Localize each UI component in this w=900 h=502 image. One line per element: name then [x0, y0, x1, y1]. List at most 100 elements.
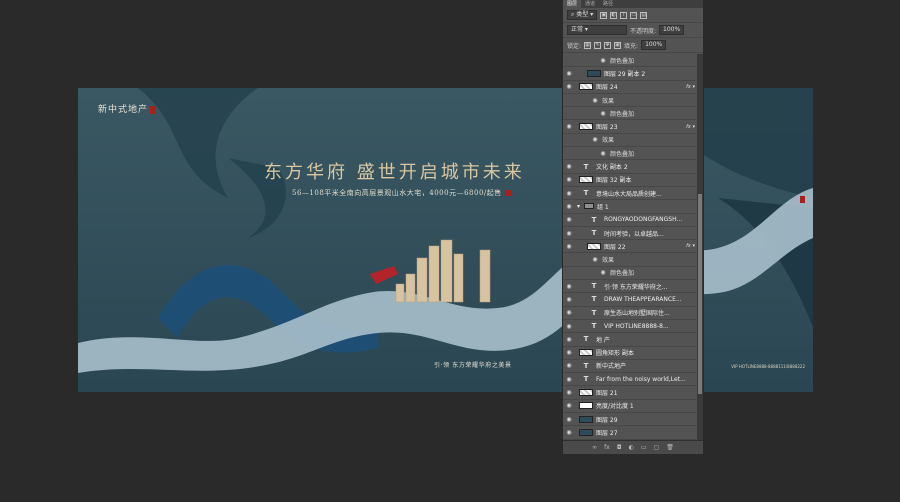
eye-icon[interactable]: ◉ [565, 163, 573, 170]
filter-shape-icon[interactable]: ▭ [630, 11, 638, 19]
tab-layers[interactable]: 图层 [563, 0, 582, 8]
effect-visibility-icon[interactable]: ◉ [591, 97, 599, 104]
eye-icon[interactable]: ◉ [565, 176, 573, 183]
eye-icon[interactable]: ◉ [565, 296, 573, 303]
eye-icon[interactable]: ◉ [565, 349, 573, 356]
layer-row[interactable]: ◉ T 引·领 东方荣耀华府之... [563, 280, 699, 294]
blend-row: 正常 ▾ 不透明度: 100% [563, 23, 703, 38]
layer-row[interactable]: ◉ 图层 29 副本 2 [563, 67, 699, 81]
layer-name: 文化 副本 2 [596, 164, 628, 172]
filter-row: ⌕ 类型 ▾ ▣ ◐ T ▭ ▤ [563, 8, 703, 23]
fill-field[interactable]: 100% [641, 40, 667, 50]
layer-row[interactable]: ◉ T 原生态山地别墅国际住... [563, 307, 699, 320]
layer-row[interactable]: ◉ 效果 [563, 253, 699, 267]
eye-icon[interactable]: ◉ [565, 190, 573, 197]
effect-name: 效果 [602, 137, 615, 145]
lock-pixels-icon[interactable]: ▦ [584, 41, 592, 49]
eye-icon[interactable]: ◉ [565, 323, 573, 330]
filter-kind-select[interactable]: ⌕ 类型 ▾ [567, 10, 598, 20]
layer-row[interactable]: ◉ 颜色叠加 [563, 107, 699, 121]
eye-icon[interactable]: ◉ [565, 416, 573, 423]
layer-row[interactable]: ◉ T 新中式地产 [563, 360, 699, 374]
layer-thumbnail [579, 123, 593, 131]
layer-row[interactable]: ◉ 图层 32 副本 [563, 174, 699, 187]
fx-icon[interactable]: fx ▾ [686, 124, 695, 130]
layer-row[interactable]: ◉ 效果 [563, 134, 699, 148]
text-layer-icon: T [583, 189, 589, 198]
fx-icon[interactable]: fx [604, 444, 610, 451]
effect-visibility-icon[interactable]: ◉ [591, 136, 599, 143]
layer-row[interactable]: ◉ 图层 29 [563, 413, 699, 427]
scrollbar-thumb[interactable] [698, 194, 702, 394]
layer-row[interactable]: ◉ T VIP HOTLINE8888-8... [563, 320, 699, 334]
layer-name: 图层 24 [596, 84, 618, 92]
fx-icon[interactable]: fx ▾ [686, 84, 695, 90]
filter-text-icon[interactable]: T [620, 11, 628, 19]
layer-row[interactable]: ◉ 图层 23 fx ▾ [563, 120, 699, 134]
eye-icon[interactable]: ◉ [565, 376, 573, 383]
layer-row[interactable]: ◉ T 时间考验，以卓越品... [563, 227, 699, 241]
eye-icon[interactable]: ◉ [565, 216, 573, 223]
eye-icon[interactable]: ◉ [565, 402, 573, 409]
layer-row[interactable]: ◉ 颜色叠加 [563, 147, 699, 161]
layers-scrollbar[interactable] [697, 54, 703, 440]
eye-icon[interactable]: ◉ [565, 336, 573, 343]
eye-icon[interactable]: ◉ [565, 203, 573, 210]
trash-icon[interactable]: 🗑 [666, 444, 674, 451]
effect-visibility-icon[interactable]: ◉ [599, 110, 607, 117]
effect-visibility-icon[interactable]: ◉ [599, 150, 607, 157]
eye-icon[interactable]: ◉ [565, 389, 573, 396]
eye-icon[interactable]: ◉ [565, 83, 573, 90]
eye-icon[interactable]: ◉ [565, 429, 573, 436]
blend-mode-select[interactable]: 正常 ▾ [567, 25, 627, 35]
folder-icon[interactable]: ▭ [641, 444, 647, 451]
eye-icon[interactable]: ◉ [565, 243, 573, 250]
tab-paths[interactable]: 路径 [599, 0, 617, 8]
layer-row[interactable]: ◉ 颜色叠加 [563, 54, 699, 68]
filter-smart-icon[interactable]: ▤ [640, 11, 648, 19]
new-layer-icon[interactable]: ▢ [654, 444, 660, 451]
layer-name: 图层 22 [604, 243, 626, 251]
effect-visibility-icon[interactable]: ◉ [599, 57, 607, 64]
layer-row[interactable]: ◉ 效果 [563, 94, 699, 108]
mask-icon[interactable]: ◘ [617, 444, 622, 451]
eye-icon[interactable]: ◉ [565, 362, 573, 369]
layer-row[interactable]: ◉ T Far from the noisy world,Let... [563, 373, 699, 387]
layer-row[interactable]: ◉ T 意境山水大局品质创建... [563, 187, 699, 201]
layer-row[interactable]: ◉ 图层 27 [563, 426, 699, 440]
lock-move-icon[interactable]: ✥ [604, 41, 612, 49]
eye-icon[interactable]: ◉ [565, 283, 573, 290]
eye-icon[interactable]: ◉ [565, 70, 573, 77]
layer-row[interactable]: ◉ T 文化 副本 2 [563, 160, 699, 174]
layer-row[interactable]: ◉ 亮度/对比度 1 [563, 400, 699, 414]
layer-name: 图层 21 [596, 390, 618, 398]
layer-row[interactable]: ◉ T DRAW THEAPPEARANCE... [563, 293, 699, 307]
adjustment-icon[interactable]: ◐ [629, 444, 634, 451]
text-layer-icon: T [591, 322, 597, 331]
filter-adjust-icon[interactable]: ◐ [610, 11, 618, 19]
group-toggle-icon[interactable]: ▾ [577, 203, 580, 210]
link-icon[interactable]: ∞ [592, 444, 597, 451]
layer-row[interactable]: ◉ 图层 22 fx ▾ [563, 240, 699, 254]
tab-channels[interactable]: 通道 [581, 0, 599, 8]
eye-icon[interactable]: ◉ [565, 309, 573, 316]
layers-panel[interactable]: 图层 通道 路径 ⌕ 类型 ▾ ▣ ◐ T ▭ ▤ 正常 ▾ 不透明度: 100… [562, 0, 704, 454]
opacity-field[interactable]: 100% [659, 25, 685, 35]
fx-icon[interactable]: fx ▾ [686, 243, 695, 249]
layer-row[interactable]: ◉ 圆角矩形 副本 [563, 347, 699, 360]
filter-pixel-icon[interactable]: ▣ [600, 11, 608, 19]
layers-list[interactable]: ◉ 颜色叠加 ◉ 图层 29 副本 2 ◉ 图层 24 fx ▾ ◉ 效果 ◉ 颜色叠加 ◉ 图层 23… [563, 54, 699, 440]
layer-row[interactable]: ◉ T RONGYAODONGFANGSH... [563, 214, 699, 227]
layer-row[interactable]: ◉ ▾ 组 1 [563, 200, 699, 214]
lock-all-icon[interactable]: ▣ [614, 41, 622, 49]
effect-visibility-icon[interactable]: ◉ [591, 256, 599, 263]
layer-row[interactable]: ◉ 图层 21 [563, 386, 699, 400]
effect-visibility-icon[interactable]: ◉ [599, 269, 607, 276]
layer-row[interactable]: ◉ 图层 24 fx ▾ [563, 81, 699, 94]
eye-icon[interactable]: ◉ [565, 123, 573, 130]
eye-icon[interactable]: ◉ [565, 230, 573, 237]
layer-row[interactable]: ◉ T 地 产 [563, 333, 699, 347]
lock-paint-icon[interactable]: ✎ [594, 41, 602, 49]
text-layer-icon: T [583, 361, 589, 370]
layer-row[interactable]: ◉ 颜色叠加 [563, 267, 699, 281]
